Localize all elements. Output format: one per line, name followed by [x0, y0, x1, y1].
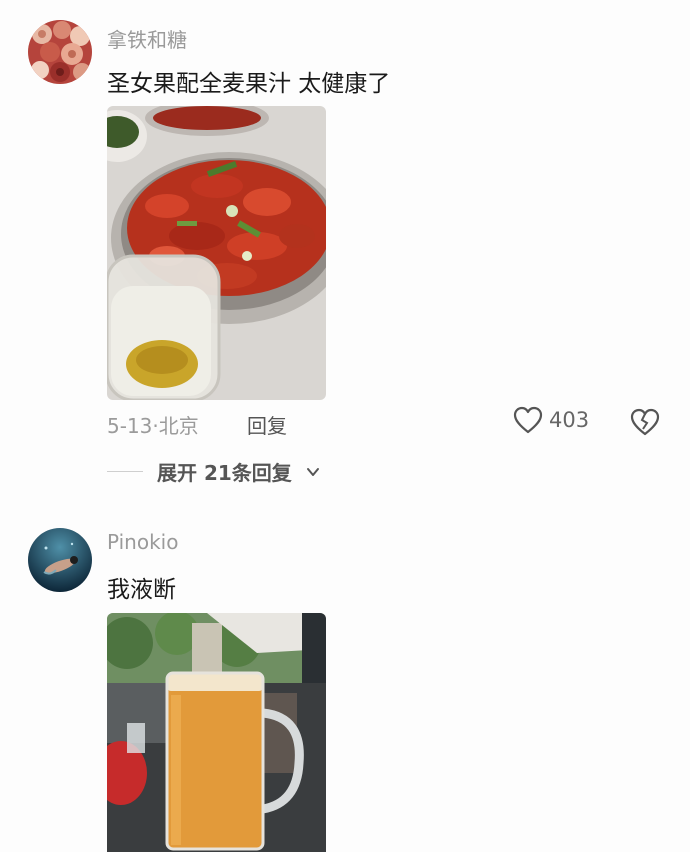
expand-replies-label: 展开 21条回复 [157, 461, 292, 485]
rose-bouquet-avatar-icon [28, 20, 92, 84]
user-avatar[interactable] [28, 528, 92, 592]
chevron-down-icon [306, 467, 319, 476]
comment-text: 圣女果配全麦果汁 太健康了 [107, 71, 391, 97]
expand-replies-button[interactable]: 展开 21条回复 [107, 457, 320, 486]
underwater-swimmer-avatar-icon [28, 528, 92, 592]
beer-mug-photo-icon [107, 613, 326, 852]
username[interactable]: 拿铁和糖 [107, 24, 187, 53]
crayfish-and-beer-photo-icon [107, 106, 326, 400]
comment-text: 我液断 [107, 577, 176, 603]
like-button[interactable]: 403 [513, 406, 589, 434]
comment-image[interactable] [107, 106, 326, 400]
comment-image[interactable] [107, 613, 326, 852]
comment-location: 北京 [158, 414, 199, 438]
broken-heart-icon[interactable] [630, 408, 660, 436]
comment-meta: 5-13·北京 [107, 410, 199, 439]
username[interactable]: Pinokio [107, 530, 178, 554]
heart-icon [513, 406, 543, 434]
like-count: 403 [549, 408, 590, 432]
comment-date: 5-13 [107, 414, 153, 438]
user-avatar[interactable] [28, 20, 92, 84]
divider-line [107, 471, 143, 472]
reply-button[interactable]: 回复 [247, 410, 287, 439]
